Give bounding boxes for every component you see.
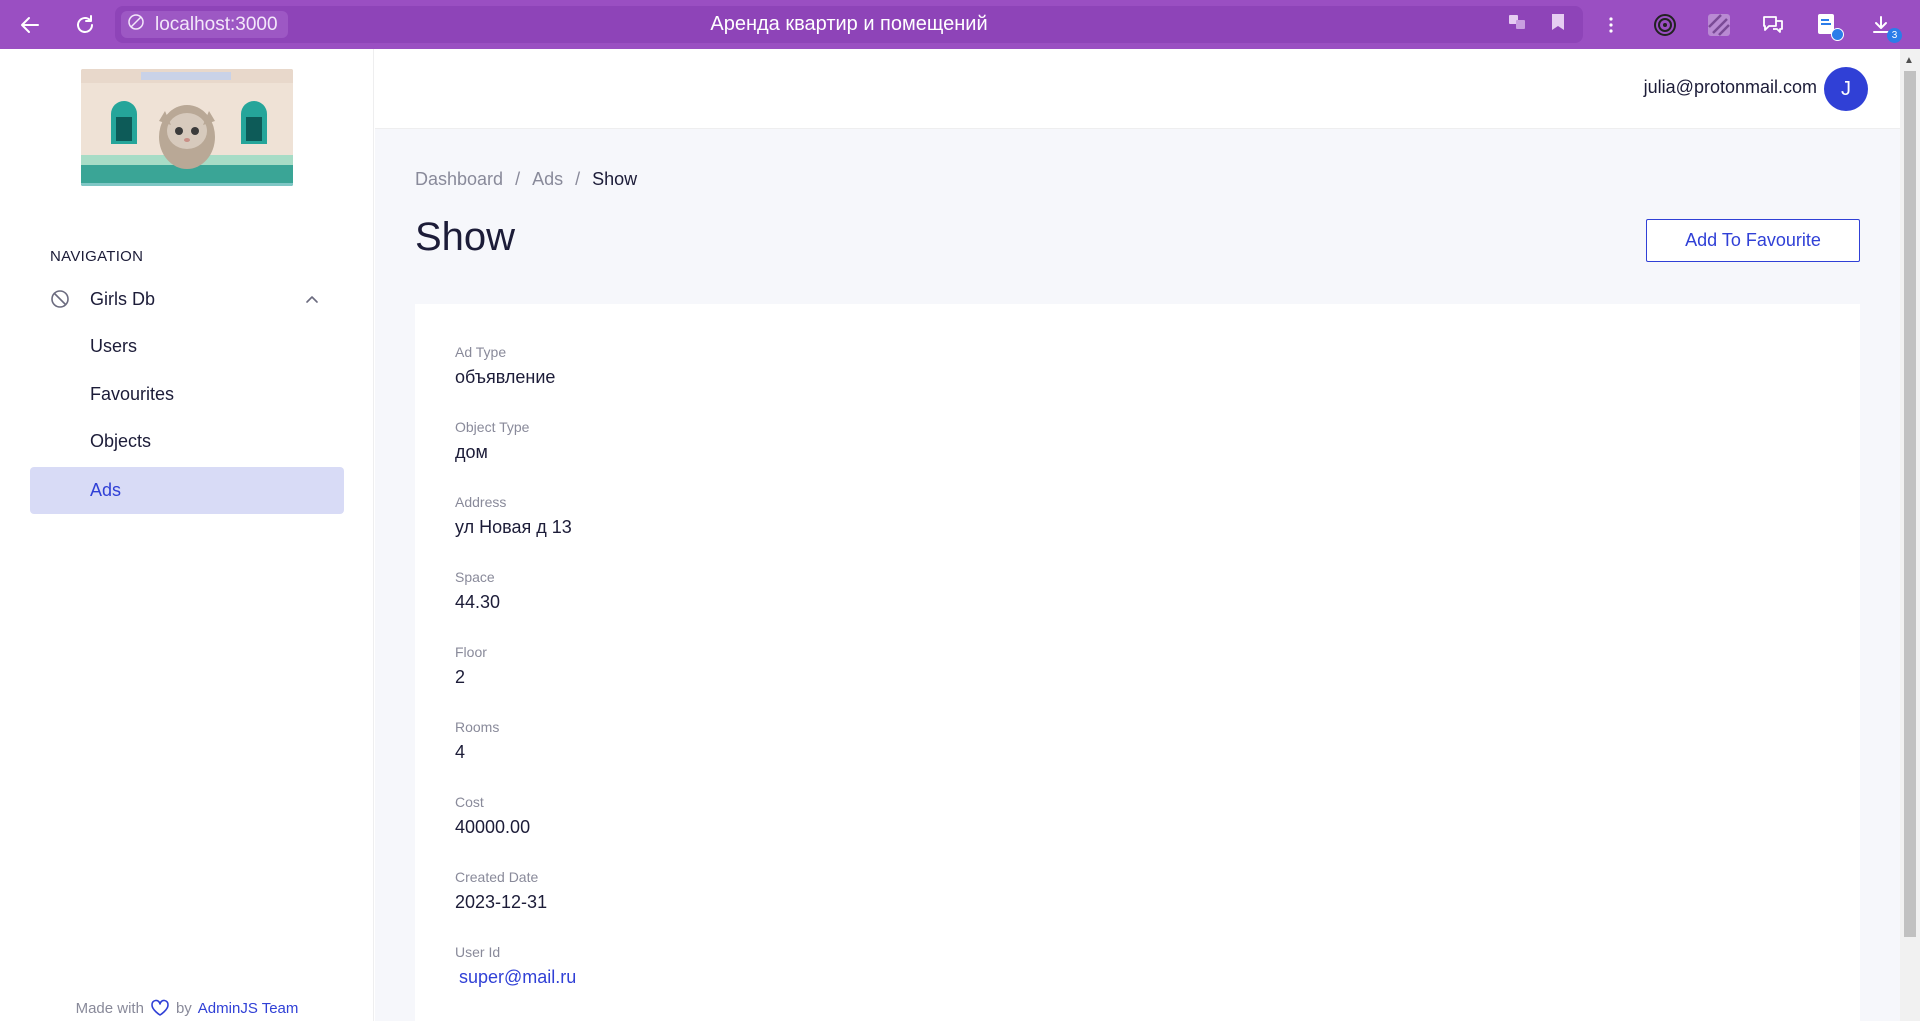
field-address: Address ул Новая д 13 — [455, 494, 572, 538]
prohibited-icon — [50, 289, 70, 309]
download-count-badge: 3 — [1887, 28, 1902, 43]
browser-toolbar: localhost:3000 Аренда квартир и помещени… — [0, 0, 1920, 49]
navigation-heading: NAVIGATION — [50, 248, 144, 265]
field-object-type: Object Type дом — [455, 419, 529, 463]
by-text: by — [175, 999, 192, 1017]
address-bar[interactable]: localhost:3000 Аренда квартир и помещени… — [115, 6, 1583, 43]
heart-icon — [150, 999, 170, 1017]
chat-extension-icon[interactable] — [1758, 10, 1788, 40]
site-info-icon[interactable] — [127, 13, 145, 37]
field-label: Ad Type — [455, 344, 507, 360]
field-label: Space — [455, 569, 495, 585]
reload-icon[interactable] — [70, 10, 100, 40]
field-floor: Floor 2 — [455, 644, 487, 688]
adminjs-team-link[interactable]: AdminJS Team — [198, 1000, 299, 1017]
target-extension-icon[interactable] — [1650, 10, 1680, 40]
breadcrumb-separator: / — [575, 169, 581, 189]
bookmark-icon[interactable] — [1549, 12, 1567, 37]
back-arrow-icon[interactable] — [15, 10, 45, 40]
tab-page-title: Аренда квартир и помещений — [710, 13, 988, 35]
field-label: Object Type — [455, 419, 530, 435]
field-label: Cost — [455, 794, 484, 810]
field-label: Floor — [455, 644, 487, 660]
nav-group-label: Girls Db — [90, 288, 156, 309]
field-value: 2023-12-31 — [455, 892, 548, 912]
document-extension-icon[interactable] — [1812, 10, 1844, 41]
url-chip[interactable]: localhost:3000 — [121, 11, 288, 38]
main-content: Dashboard / Ads / Show Show Add To Favou… — [375, 129, 1900, 1021]
breadcrumb: Dashboard / Ads / Show — [415, 169, 637, 190]
field-value: 44.30 — [455, 592, 501, 612]
avatar[interactable]: J — [1824, 67, 1868, 111]
breadcrumb-ads[interactable]: Ads — [532, 169, 563, 190]
sidebar-item-favourites[interactable]: Favourites — [30, 371, 344, 418]
field-value: 4 — [455, 742, 466, 762]
menu-dots-icon[interactable] — [1596, 10, 1626, 40]
scroll-up-arrow-icon[interactable]: ▲ — [1904, 55, 1914, 66]
breadcrumb-dashboard[interactable]: Dashboard — [415, 169, 503, 190]
sidebar-item-objects[interactable]: Objects — [30, 418, 344, 465]
top-header: julia@protonmail.com J — [375, 49, 1900, 129]
downloads-icon[interactable]: 3 — [1866, 10, 1902, 43]
sidebar-item-ads[interactable]: Ads — [30, 467, 344, 514]
breadcrumb-separator: / — [515, 169, 521, 189]
field-value: 40000.00 — [455, 817, 531, 837]
made-with-text: Made with — [75, 999, 144, 1017]
record-details-card: Ad Type объявление Object Type дом Addre… — [415, 304, 1860, 1021]
add-to-favourite-button[interactable]: Add To Favourite — [1646, 219, 1860, 262]
footer-credit: Made with by AdminJS Team — [0, 999, 374, 1017]
field-cost: Cost 40000.00 — [455, 794, 530, 838]
field-label: Address — [455, 494, 507, 510]
user-id-link[interactable]: super@mail.ru — [459, 967, 576, 988]
url-text: localhost:3000 — [155, 13, 278, 35]
field-user-id: User Id super@mail.ru — [455, 944, 576, 988]
user-email[interactable]: julia@protonmail.com — [1644, 77, 1817, 98]
field-value: ул Новая д 13 — [455, 517, 572, 537]
sidebar-item-users[interactable]: Users — [30, 323, 344, 370]
field-space: Space 44.30 — [455, 569, 500, 613]
stripes-extension-icon[interactable] — [1704, 10, 1734, 40]
translate-icon[interactable] — [1507, 12, 1527, 37]
chevron-up-icon[interactable] — [302, 289, 322, 309]
field-ad-type: Ad Type объявление — [455, 344, 555, 388]
field-created-date: Created Date 2023-12-31 — [455, 869, 547, 913]
logo-image[interactable] — [81, 69, 293, 186]
field-rooms: Rooms 4 — [455, 719, 499, 763]
field-value: дом — [455, 442, 488, 462]
sidebar: NAVIGATION Girls Db Users Favourites Obj… — [0, 49, 374, 1021]
field-value: объявление — [455, 367, 556, 387]
page-scrollbar[interactable]: ▲ — [1900, 49, 1920, 1021]
nav-group-girls-db[interactable]: Girls Db — [30, 279, 344, 319]
check-badge-icon — [1831, 28, 1844, 41]
field-label: Rooms — [455, 719, 500, 735]
page-title: Show — [415, 215, 516, 259]
breadcrumb-current: Show — [592, 169, 638, 189]
scrollbar-thumb[interactable] — [1904, 71, 1916, 937]
field-value: 2 — [455, 667, 466, 687]
field-label: Created Date — [455, 869, 539, 885]
field-label: User Id — [455, 944, 501, 960]
